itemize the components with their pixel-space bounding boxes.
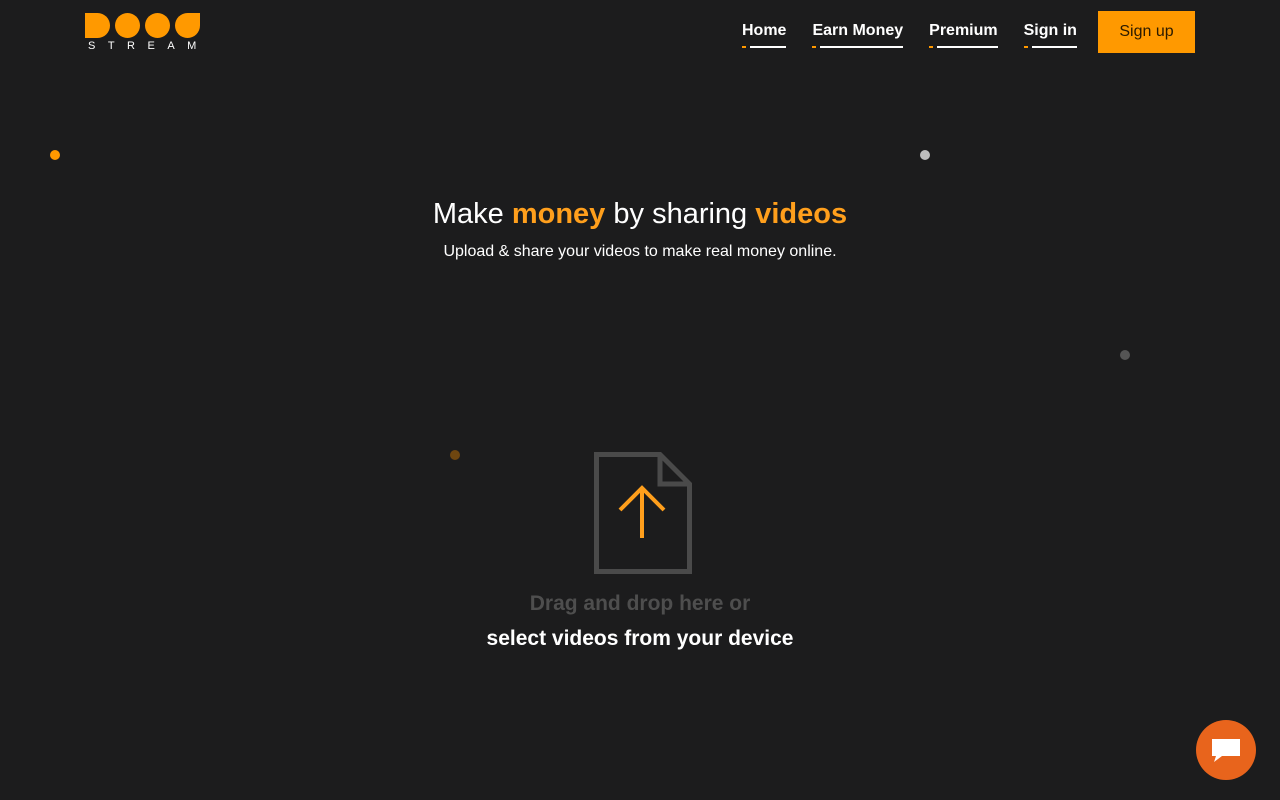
sign-up-button[interactable]: Sign up: [1098, 11, 1195, 53]
nav-premium-label: Premium: [929, 22, 998, 39]
logo-text: STREAM: [88, 40, 209, 52]
chat-bubble-icon: [1212, 739, 1240, 762]
hero-title-highlight-videos: videos: [755, 198, 848, 230]
nav-earn-money-label: Earn Money: [812, 22, 904, 39]
nav-sign-in-label: Sign in: [1023, 22, 1077, 39]
hero-subtitle: Upload & share your videos to make real …: [443, 243, 837, 260]
hero-title-part1: Make: [432, 198, 512, 230]
select-videos-link[interactable]: select videos from your device: [0, 627, 1280, 651]
nav-premium[interactable]: Premium: [929, 11, 998, 48]
decor-dot: [50, 150, 60, 160]
chat-button[interactable]: [1196, 720, 1256, 780]
doodstream-logo[interactable]: STREAM: [85, 13, 207, 53]
drag-drop-text: Drag and drop here or: [529, 592, 751, 615]
hero-title: Make money by sharing videos: [0, 198, 1280, 231]
nav-home-label: Home: [742, 22, 787, 39]
nav-sign-in[interactable]: Sign in: [1023, 11, 1077, 48]
logo-mark: [85, 13, 207, 38]
decor-dot: [1120, 350, 1130, 360]
hero-title-part2: by sharing: [605, 198, 756, 230]
page: STREAM Home Earn Money Premium Sign in S…: [0, 0, 1280, 800]
file-upload-icon[interactable]: [594, 452, 692, 574]
nav-earn-money[interactable]: Earn Money: [812, 11, 904, 48]
decor-dot: [920, 150, 930, 160]
hero-title-highlight-money: money: [511, 198, 606, 230]
nav-home[interactable]: Home: [742, 11, 787, 48]
decor-dot: [450, 450, 460, 460]
main-nav: Home Earn Money Premium Sign in: [742, 11, 1103, 48]
